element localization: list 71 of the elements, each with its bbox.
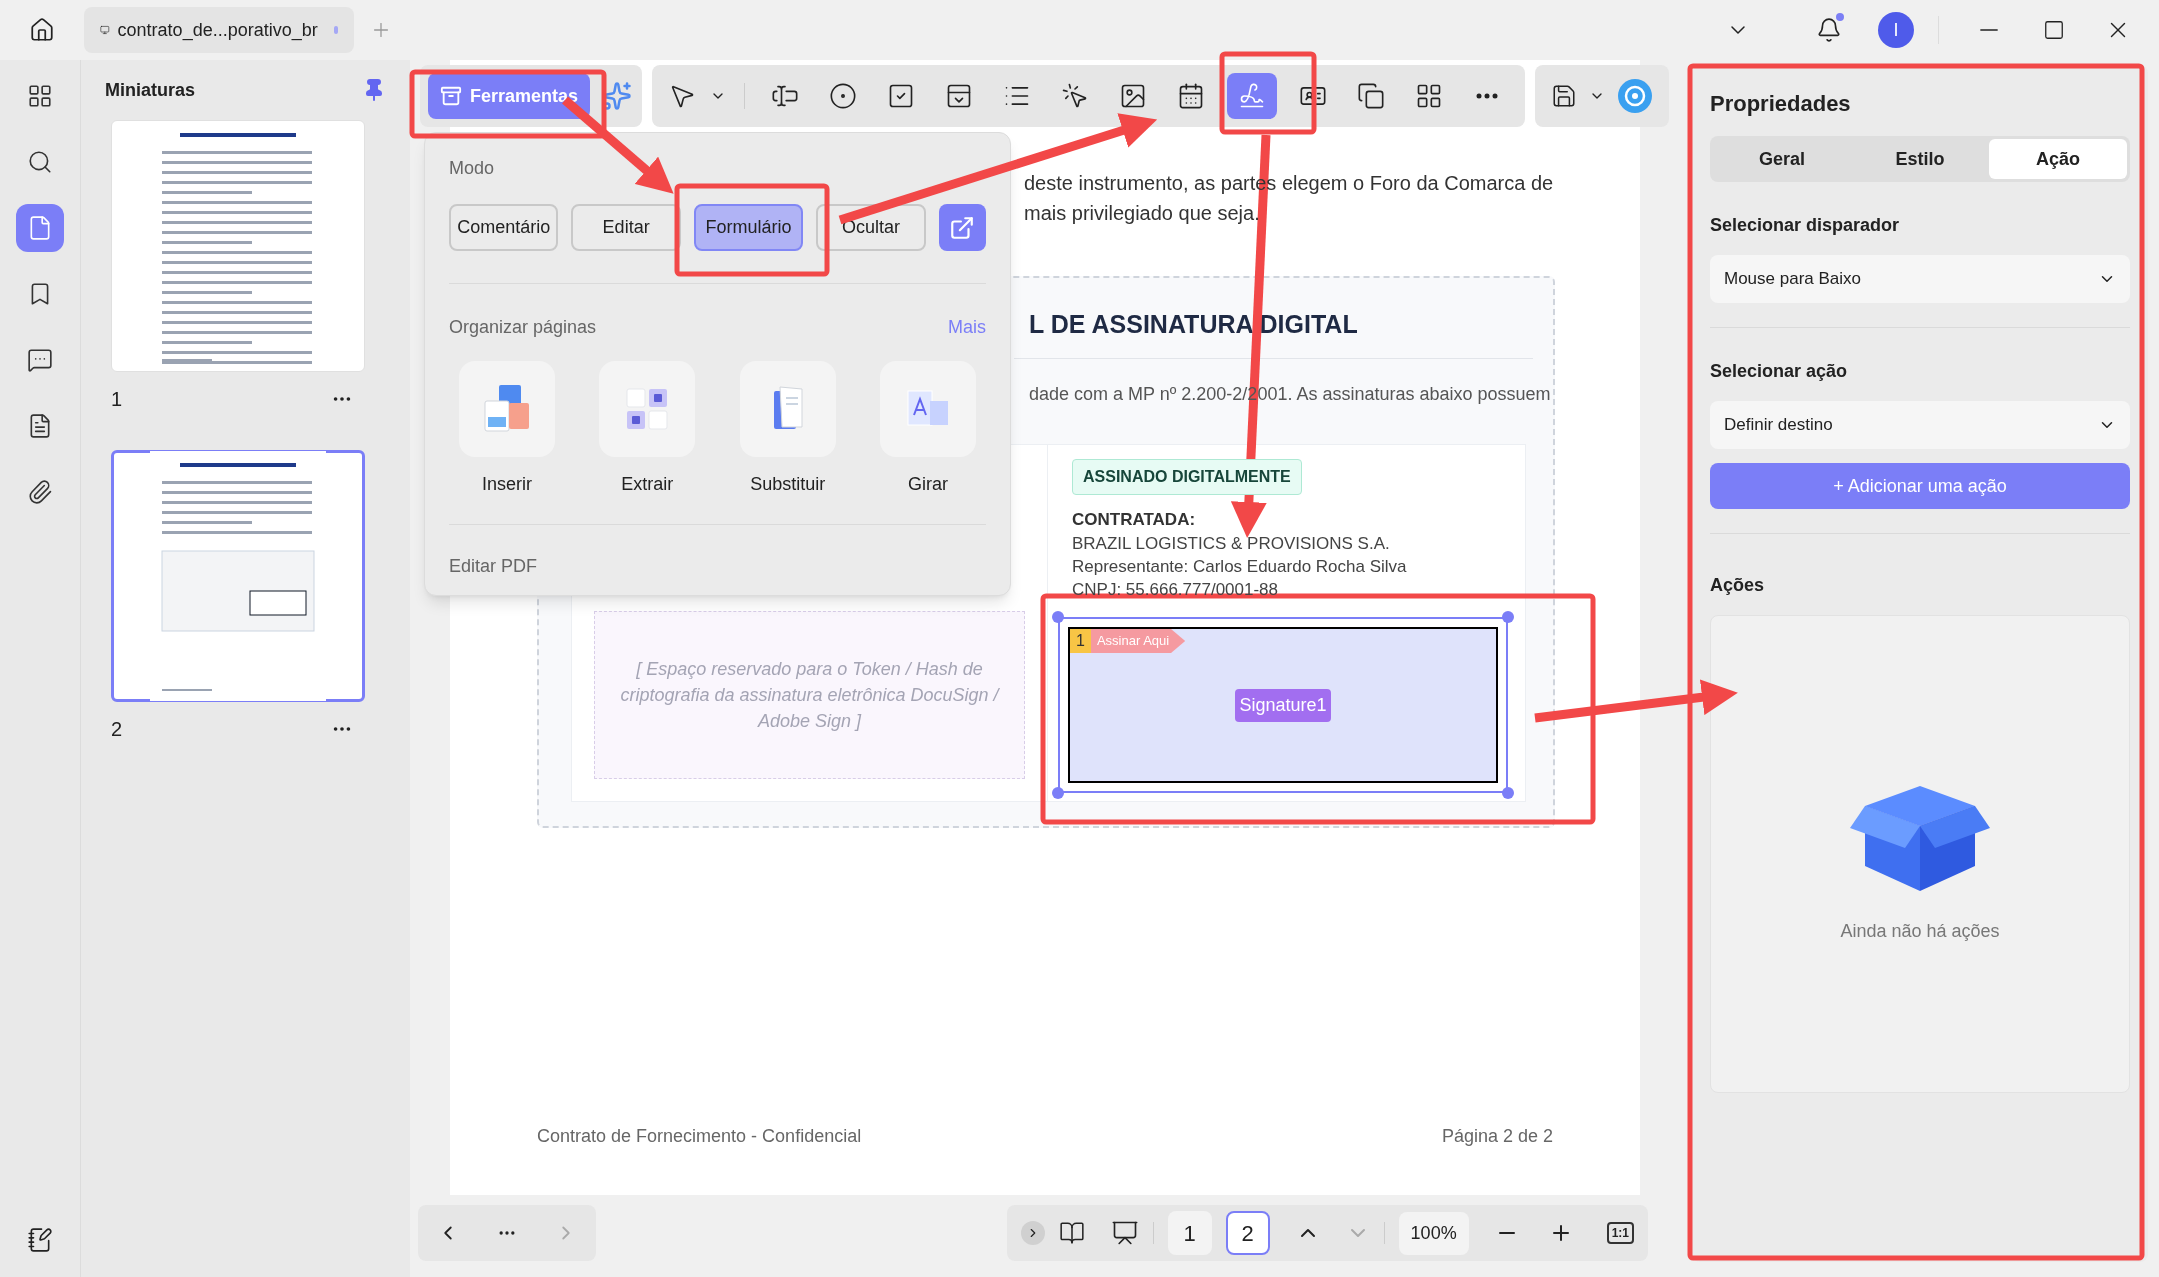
- page-number: 1: [111, 387, 123, 412]
- action-dropdown[interactable]: Definir destino: [1710, 401, 2130, 449]
- button-field-icon: [1061, 82, 1089, 110]
- mode-button[interactable]: Ocultar: [816, 204, 926, 251]
- signature-icon: [1238, 82, 1266, 110]
- presentation-icon[interactable]: [1110, 1219, 1139, 1247]
- section-title: Ações: [1710, 574, 1766, 597]
- properties-tab[interactable]: Estilo: [1851, 139, 1989, 179]
- maximize-icon[interactable]: [2043, 19, 2065, 41]
- page-counter: Página 2 de 2: [1441, 1125, 1553, 1148]
- resize-handle[interactable]: [1502, 611, 1514, 623]
- user-avatar[interactable]: I: [1878, 12, 1914, 48]
- section-title: Editar PDF: [449, 555, 539, 578]
- grid-icon: [27, 83, 53, 109]
- properties-tab[interactable]: Ação: [1989, 139, 2127, 179]
- sign-here-tag: Assinar Aqui: [1090, 629, 1186, 653]
- trigger-dropdown[interactable]: Mouse para Baixo: [1710, 255, 2130, 303]
- expand-button[interactable]: [1020, 1221, 1045, 1245]
- panel-title: Propriedades: [1710, 90, 1852, 118]
- mode-button[interactable]: Formulário: [693, 204, 804, 251]
- checkbox-icon: [887, 82, 915, 110]
- resize-handle[interactable]: [1502, 787, 1514, 799]
- paperclip-icon: [27, 479, 53, 505]
- party-detail: Representante: Carlos Eduardo Rocha Silva: [1072, 556, 1407, 578]
- comment-icon: [27, 347, 53, 373]
- party-detail: BRAZIL LOGISTICS & PROVISIONS S.A.: [1072, 533, 1390, 555]
- save-icon[interactable]: [1551, 83, 1577, 109]
- section-title: Organizar páginas: [449, 316, 597, 339]
- page-button[interactable]: 1: [1167, 1211, 1212, 1255]
- calendar-icon: [1177, 82, 1205, 110]
- page-thumbnail[interactable]: [111, 450, 365, 702]
- resize-handle[interactable]: [1052, 787, 1064, 799]
- properties-tab[interactable]: Geral: [1713, 139, 1851, 179]
- assistant-icon[interactable]: [1617, 78, 1653, 114]
- paragraph-line: mais privilegiado que seja.: [1024, 201, 1261, 226]
- section-title: Modo: [449, 157, 496, 180]
- page-footer: Contrato de Fornecimento - Confidencial: [537, 1123, 862, 1150]
- field-order-badge: 1: [1070, 629, 1091, 653]
- grid-icon: [1415, 82, 1443, 110]
- field-label: Selecionar disparador: [1710, 214, 1901, 237]
- token-placeholder-note: [ Espaço reservado para o Token / Hash de criptografia da assinatura eletrônica DocuSign / Adobe Sign ]: [594, 610, 1025, 779]
- panel-title: Miniaturas: [105, 78, 196, 102]
- open-external-button[interactable]: [938, 204, 986, 251]
- actual-size-button[interactable]: 1:1: [1606, 1222, 1634, 1244]
- book-icon[interactable]: [1058, 1220, 1085, 1246]
- dropdown-field-icon: [945, 82, 973, 110]
- page-button[interactable]: [16, 204, 64, 252]
- document-tab[interactable]: contrato_de...porativo_br: [84, 7, 354, 53]
- image-icon: [1119, 82, 1147, 110]
- search-icon: [27, 149, 53, 175]
- empty-message: Ainda não há ações: [1840, 920, 2000, 943]
- radio-icon: [829, 82, 857, 110]
- signature-tool[interactable]: [1227, 73, 1277, 119]
- tab-title: contrato_de...porativo_br: [117, 18, 318, 43]
- zoom-field[interactable]: 100%: [1398, 1211, 1469, 1255]
- notebook-icon[interactable]: [27, 1227, 53, 1253]
- resize-handle[interactable]: [1052, 611, 1064, 623]
- page-number: 2: [111, 717, 123, 742]
- status-badge: ASSINADO DIGITALMENTE: [1072, 458, 1302, 495]
- more-icon: [1476, 93, 1498, 99]
- copy-icon: [1357, 82, 1385, 110]
- page-button[interactable]: 2: [1225, 1211, 1270, 1255]
- mode-button[interactable]: Comentário: [449, 204, 559, 251]
- party-label: CONTRATADA:: [1072, 508, 1196, 531]
- field-name-label: Signature1: [1235, 688, 1331, 722]
- field-label: Selecionar ação: [1710, 360, 1849, 383]
- toolbox-icon: [440, 85, 462, 107]
- external-link-icon: [949, 214, 976, 241]
- mode-button[interactable]: Editar: [571, 204, 681, 251]
- portal-title: L DE ASSINATURA DIGITAL: [1029, 309, 1359, 340]
- home-icon: [29, 17, 55, 43]
